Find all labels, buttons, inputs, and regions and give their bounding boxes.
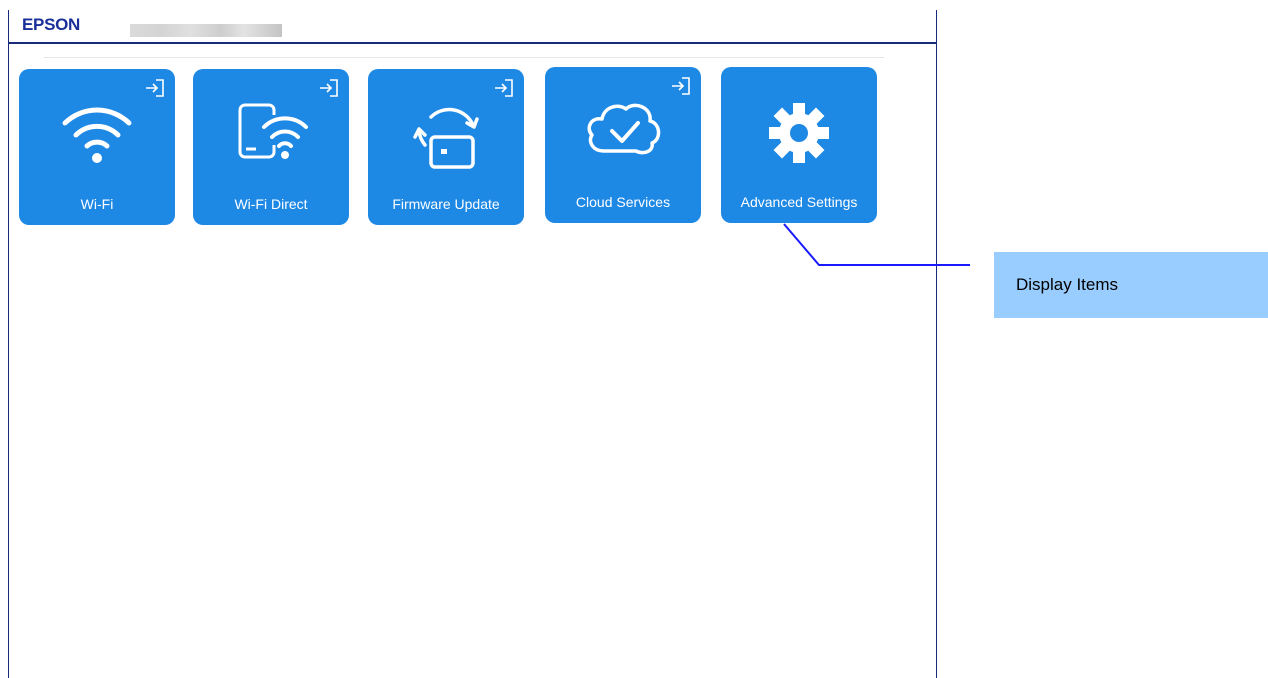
wifi-direct-icon <box>238 103 308 159</box>
header: EPSON <box>9 10 936 44</box>
tile-cloud-services[interactable]: Cloud Services <box>545 67 701 223</box>
frame-left-border <box>8 10 9 678</box>
tile-firmware-update[interactable]: Firmware Update <box>368 69 524 225</box>
frame-right-border <box>936 10 937 678</box>
login-icon <box>146 79 164 97</box>
firmware-update-icon <box>413 107 479 169</box>
callout-box: Display Items <box>994 252 1268 318</box>
login-icon <box>495 79 513 97</box>
gear-icon <box>769 103 829 163</box>
page: EPSON Wi-Fi Wi-Fi Direct Firmware Update… <box>0 0 1268 678</box>
callout-label: Display Items <box>1016 275 1119 294</box>
login-icon <box>320 79 338 97</box>
divider <box>44 57 884 58</box>
login-icon <box>672 77 690 95</box>
tile-label: Wi-Fi <box>80 196 114 212</box>
wifi-icon <box>62 107 132 163</box>
tile-label: Wi-Fi Direct <box>234 196 308 212</box>
tile-label: Advanced Settings <box>740 194 858 210</box>
tile-wifi-direct[interactable]: Wi-Fi Direct <box>193 69 349 225</box>
cloud-services-icon <box>587 103 661 155</box>
model-name-redacted <box>130 24 282 37</box>
tile-advanced-settings[interactable]: Advanced Settings <box>721 67 877 223</box>
tile-label: Cloud Services <box>575 194 671 210</box>
epson-logo: EPSON <box>22 15 81 34</box>
tile-wifi[interactable]: Wi-Fi <box>19 69 175 225</box>
tile-label: Firmware Update <box>392 196 500 212</box>
